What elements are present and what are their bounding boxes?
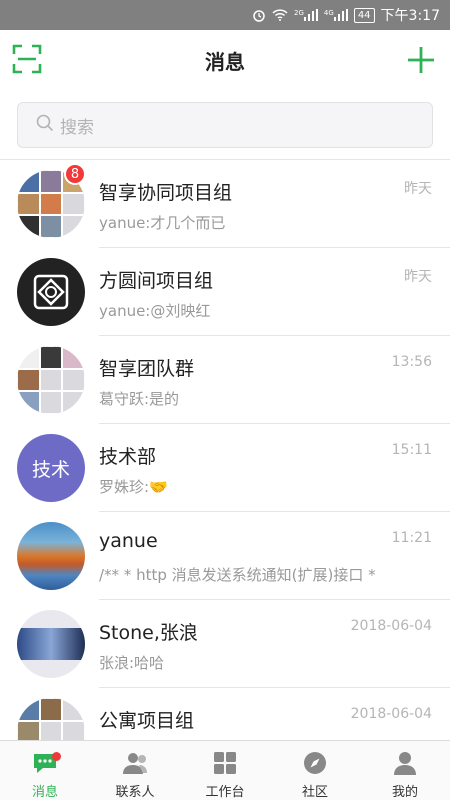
- unread-badge: 8: [64, 163, 86, 185]
- header: 消息: [0, 30, 450, 90]
- conversation-preview: yanue:才几个而已: [99, 214, 226, 232]
- tab-community[interactable]: 社区: [270, 741, 360, 800]
- alarm-icon: [252, 8, 266, 22]
- search-placeholder: 搜索: [60, 117, 94, 138]
- bottom-tab-bar: 消息 联系人 工作台 社区 我的: [0, 740, 450, 800]
- conversation-preview: yanue:@刘映红: [99, 302, 211, 320]
- wifi-icon: [272, 9, 288, 21]
- conversation-name: 智享协同项目组: [99, 182, 233, 204]
- tab-label: 社区: [301, 785, 328, 800]
- contacts-icon: [121, 751, 149, 779]
- conversation-preview: 罗姝珍:🤝: [99, 478, 168, 496]
- conversation-name: yanue: [99, 530, 158, 552]
- tab-label: 消息: [31, 785, 58, 800]
- scan-icon[interactable]: [12, 44, 42, 74]
- conversation-time: 11:21: [391, 530, 432, 546]
- conversation-item[interactable]: 技术 技术部 罗姝珍:🤝 15:11: [0, 424, 450, 512]
- compass-icon: [303, 751, 327, 779]
- group-avatar: [17, 346, 85, 414]
- group-avatar: [17, 258, 85, 326]
- conversation-name: 公寓项目组: [99, 710, 195, 732]
- signal-icon: 4G: [324, 9, 348, 21]
- conversation-time: 13:56: [391, 354, 432, 370]
- conversation-item[interactable]: 公寓项目组 2018-06-04: [0, 688, 450, 740]
- tab-label: 我的: [391, 785, 418, 800]
- tab-workbench[interactable]: 工作台: [180, 741, 270, 800]
- conversation-list: 8 智享协同项目组 yanue:才几个而已 昨天 方圆间项目组 yanue:@刘…: [0, 160, 450, 740]
- conversation-time: 昨天: [404, 181, 432, 197]
- unread-dot: [52, 752, 61, 761]
- group-avatar: [17, 610, 85, 678]
- text-avatar: 技术: [17, 434, 85, 502]
- page-title: 消息: [205, 49, 245, 74]
- conversation-item[interactable]: 8 智享协同项目组 yanue:才几个而已 昨天: [0, 160, 450, 248]
- conversation-time: 15:11: [391, 442, 432, 458]
- signal-icon: 2G: [294, 9, 318, 21]
- group-avatar: [17, 698, 85, 740]
- workbench-icon: [213, 751, 237, 779]
- battery-indicator: 44: [353, 7, 375, 23]
- conversation-item[interactable]: Stone,张浪 张浪:哈哈 2018-06-04: [0, 600, 450, 688]
- conversation-time: 2018-06-04: [350, 618, 432, 634]
- conversation-time: 2018-06-04: [350, 706, 432, 722]
- conversation-item[interactable]: 方圆间项目组 yanue:@刘映红 昨天: [0, 248, 450, 336]
- plus-icon[interactable]: [406, 45, 436, 75]
- conversation-name: 智享团队群: [99, 358, 195, 380]
- conversation-name: Stone,张浪: [99, 622, 198, 644]
- tab-messages[interactable]: 消息: [0, 741, 90, 800]
- conversation-preview: 张浪:哈哈: [99, 654, 165, 672]
- conversation-time: 昨天: [404, 269, 432, 285]
- person-icon: [393, 751, 417, 779]
- user-avatar: [17, 522, 85, 590]
- conversation-preview: 葛守跃:是的: [99, 390, 180, 408]
- search-input[interactable]: 搜索: [17, 102, 433, 148]
- status-time: 下午3:17: [380, 8, 440, 24]
- conversation-name: 技术部: [99, 446, 157, 468]
- tab-contacts[interactable]: 联系人: [90, 741, 180, 800]
- search-section: 搜索: [0, 90, 450, 160]
- tab-label: 工作台: [205, 785, 245, 800]
- search-icon: [36, 114, 54, 136]
- tab-label: 联系人: [115, 785, 155, 800]
- conversation-item[interactable]: yanue /** * http 消息发送系统通知(扩展)接口 * 11:21: [0, 512, 450, 600]
- conversation-preview: /** * http 消息发送系统通知(扩展)接口 *: [99, 566, 376, 584]
- conversation-item[interactable]: 智享团队群 葛守跃:是的 13:56: [0, 336, 450, 424]
- status-bar: 2G 4G 44 下午3:17: [0, 0, 450, 30]
- tab-me[interactable]: 我的: [360, 741, 450, 800]
- conversation-name: 方圆间项目组: [99, 270, 214, 292]
